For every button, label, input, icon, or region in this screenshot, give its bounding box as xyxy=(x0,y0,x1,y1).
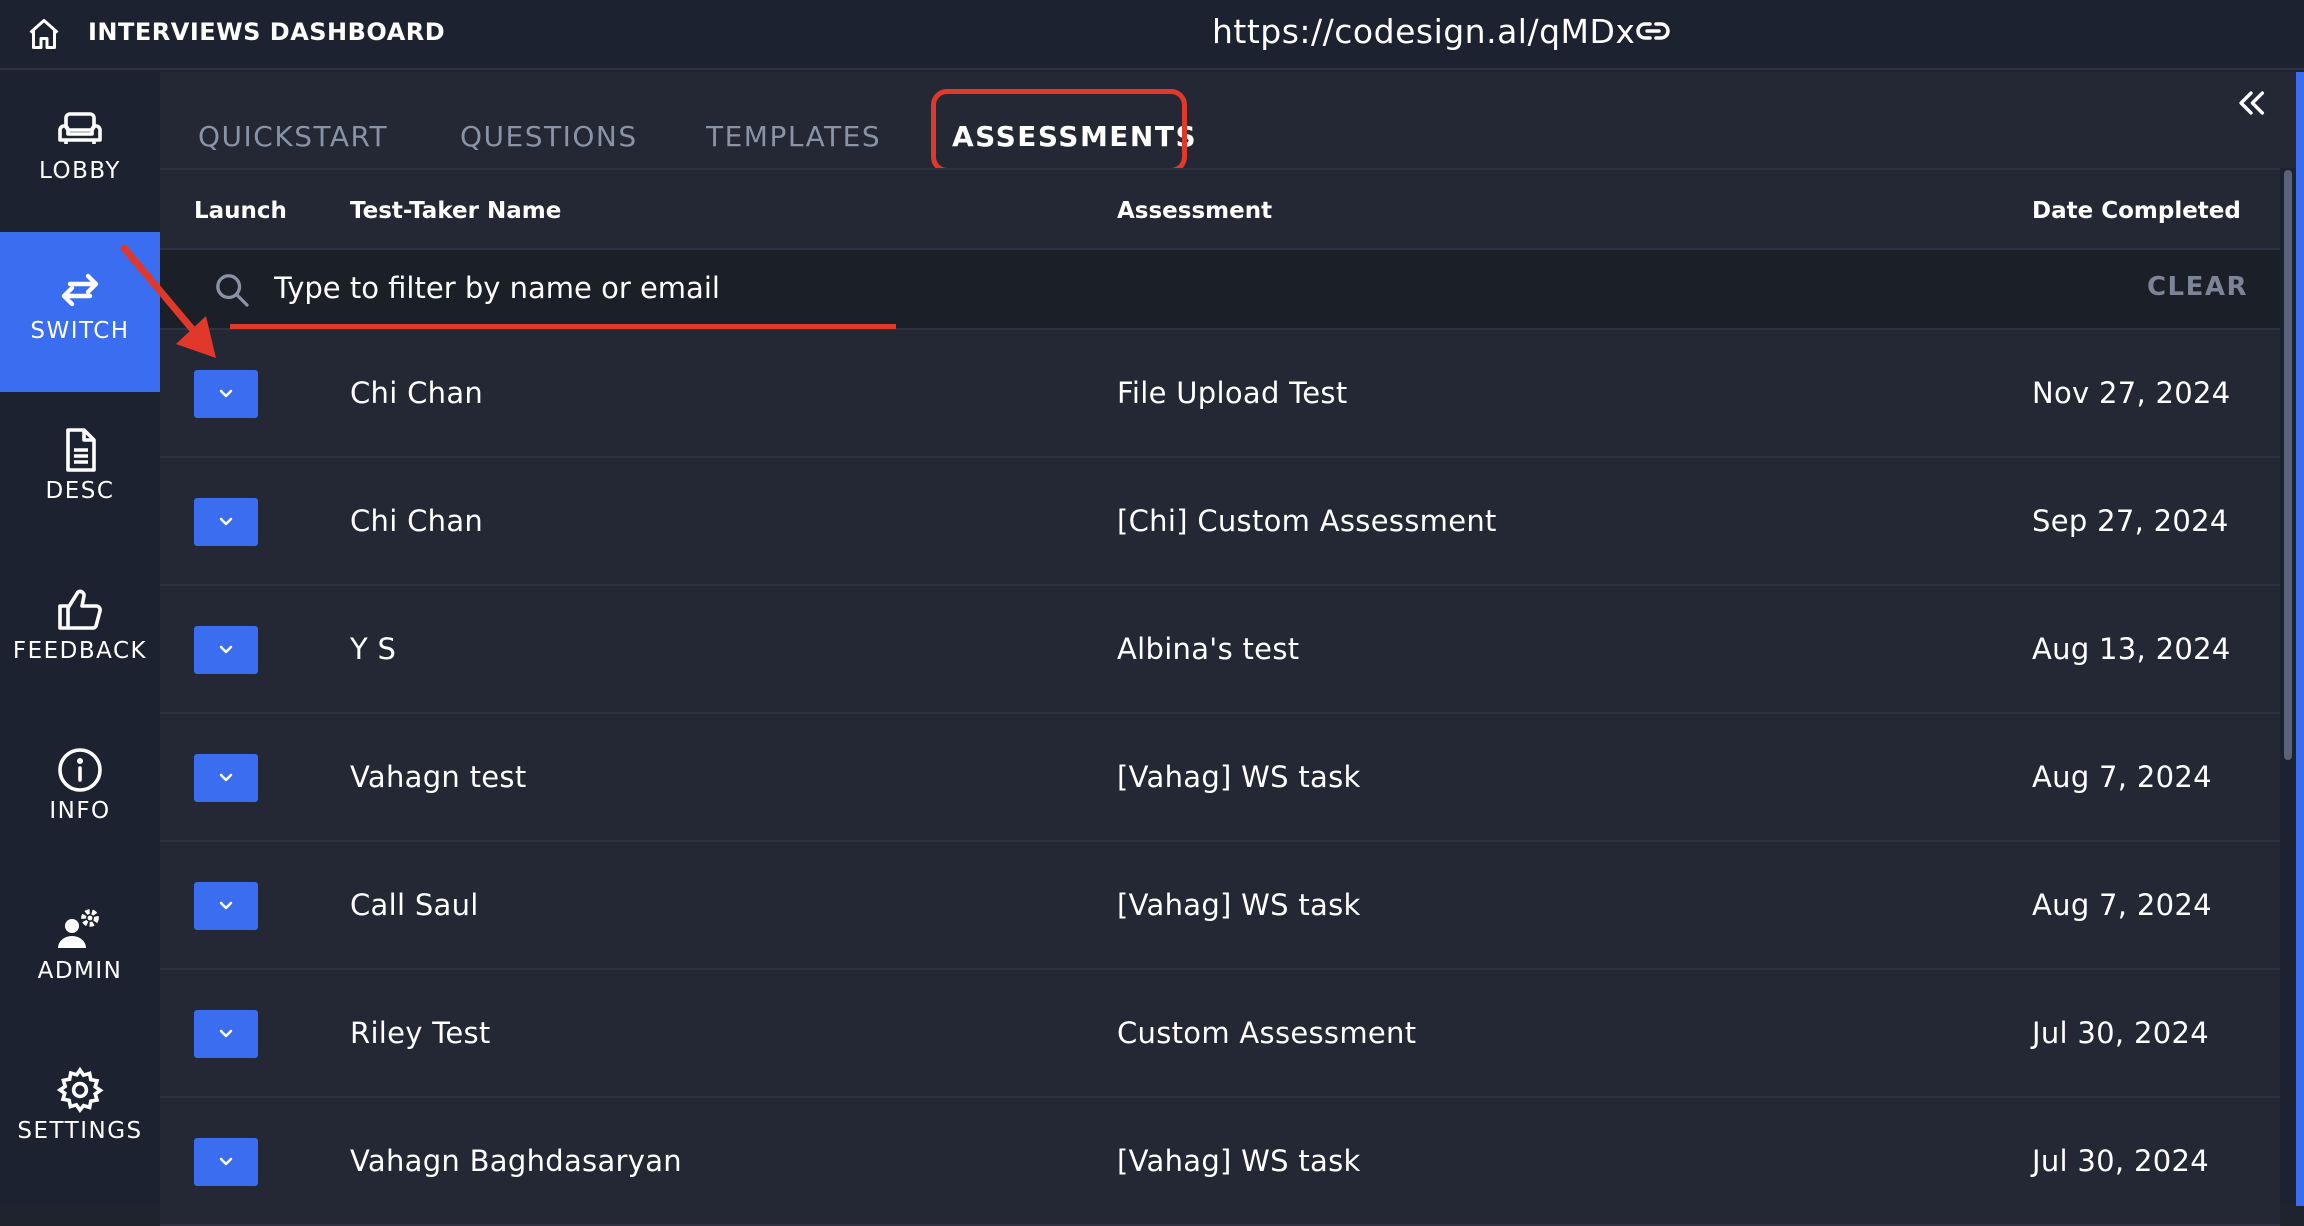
panel-edge-accent xyxy=(2296,72,2304,1206)
link-icon[interactable] xyxy=(1636,18,1670,44)
test-taker-name: Vahagn test xyxy=(350,760,527,794)
chevron-down-icon xyxy=(219,645,233,654)
launch-dropdown-button[interactable] xyxy=(194,1010,258,1058)
date-completed: Aug 7, 2024 xyxy=(2032,760,2212,794)
chevron-down-icon xyxy=(219,389,233,398)
test-taker-name: Call Saul xyxy=(350,888,479,922)
date-completed: Aug 7, 2024 xyxy=(2032,888,2212,922)
date-completed: Nov 27, 2024 xyxy=(2032,376,2231,410)
home-icon[interactable] xyxy=(26,16,62,52)
date-completed: Jul 30, 2024 xyxy=(2032,1016,2209,1050)
table-row: Chi Chan [Chi] Custom Assessment Sep 27,… xyxy=(160,458,2280,586)
chevron-down-icon xyxy=(219,773,233,782)
sidebar-item-label: FEEDBACK xyxy=(12,638,148,664)
table-row: Riley Test Custom Assessment Jul 30, 202… xyxy=(160,970,2280,1098)
chevron-down-icon xyxy=(219,1157,233,1166)
assessment-name: File Upload Test xyxy=(1117,376,1348,410)
column-header-date[interactable]: Date Completed xyxy=(2032,198,2241,224)
app-title: INTERVIEWS DASHBOARD xyxy=(88,18,446,46)
table-row: Call Saul [Vahag] WS task Aug 7, 2024 xyxy=(160,842,2280,970)
launch-dropdown-button[interactable] xyxy=(194,882,258,930)
column-header-launch[interactable]: Launch xyxy=(194,198,287,224)
chevron-down-icon xyxy=(219,901,233,910)
clear-filter-button[interactable]: CLEAR xyxy=(2147,272,2248,302)
launch-dropdown-button[interactable] xyxy=(194,754,258,802)
table-header: Launch Test-Taker Name Assessment Date C… xyxy=(160,168,2280,250)
sidebar-item-admin[interactable]: ADMIN xyxy=(0,872,160,1032)
sidebar-item-desc[interactable]: DESC xyxy=(0,392,160,552)
assessment-name: Custom Assessment xyxy=(1117,1016,1417,1050)
assessment-table-body: Chi Chan File Upload Test Nov 27, 2024 C… xyxy=(160,330,2280,1226)
sidebar-item-label: ADMIN xyxy=(37,958,123,984)
share-url[interactable]: https://codesign.al/qMDx xyxy=(1212,12,1635,51)
couch-icon xyxy=(58,112,102,144)
test-taker-name: Vahagn Baghdasaryan xyxy=(350,1144,682,1178)
info-icon xyxy=(58,748,102,792)
sidebar-item-label: INFO xyxy=(49,798,111,824)
document-icon xyxy=(66,428,96,472)
user-gear-icon xyxy=(58,909,99,948)
column-header-name[interactable]: Test-Taker Name xyxy=(350,198,561,224)
test-taker-name: Y S xyxy=(350,632,397,666)
swap-arrows-icon xyxy=(61,273,99,307)
date-completed: Sep 27, 2024 xyxy=(2032,504,2229,538)
chevron-down-icon xyxy=(219,517,233,526)
sidebar-item-label: DESC xyxy=(45,478,115,504)
launch-dropdown-button[interactable] xyxy=(194,626,258,674)
thumbs-up-icon xyxy=(58,589,102,630)
scrollbar-thumb[interactable] xyxy=(2284,170,2292,760)
annotation-highlight-box xyxy=(931,89,1187,173)
sidebar-item-info[interactable]: INFO xyxy=(0,712,160,872)
table-row: Y S Albina's test Aug 13, 2024 xyxy=(160,586,2280,714)
sidebar-item-label: LOBBY xyxy=(39,158,121,184)
date-completed: Aug 13, 2024 xyxy=(2032,632,2231,666)
launch-dropdown-button[interactable] xyxy=(194,498,258,546)
tab-quickstart[interactable]: QUICKSTART xyxy=(198,120,388,153)
sidebar-item-feedback[interactable]: FEEDBACK xyxy=(0,552,160,712)
assessment-name: [Vahag] WS task xyxy=(1117,1144,1361,1178)
launch-dropdown-button[interactable] xyxy=(194,370,258,418)
tab-templates[interactable]: TEMPLATES xyxy=(706,120,881,153)
sidebar-item-settings[interactable]: SETTINGS xyxy=(0,1032,160,1192)
assessment-name: [Chi] Custom Assessment xyxy=(1117,504,1497,538)
sidebar-item-label: SWITCH xyxy=(30,318,130,344)
filter-row: CLEAR xyxy=(160,250,2280,330)
date-completed: Jul 30, 2024 xyxy=(2032,1144,2209,1178)
assessment-name: [Vahag] WS task xyxy=(1117,760,1361,794)
column-header-assessment[interactable]: Assessment xyxy=(1117,198,1272,224)
sidebar-item-label: SETTINGS xyxy=(17,1118,143,1144)
sidebar-item-switch[interactable]: SWITCH xyxy=(0,232,160,392)
table-row: Vahagn Baghdasaryan [Vahag] WS task Jul … xyxy=(160,1098,2280,1226)
test-taker-name: Chi Chan xyxy=(350,376,484,410)
tab-questions[interactable]: QUESTIONS xyxy=(460,120,638,153)
test-taker-name: Chi Chan xyxy=(350,504,484,538)
search-icon xyxy=(216,274,249,307)
assessment-name: Albina's test xyxy=(1117,632,1300,666)
table-row: Vahagn test [Vahag] WS task Aug 7, 2024 xyxy=(160,714,2280,842)
assessment-name: [Vahag] WS task xyxy=(1117,888,1361,922)
test-taker-name: Riley Test xyxy=(350,1016,491,1050)
annotation-underline xyxy=(230,324,896,329)
gear-icon xyxy=(56,1066,104,1113)
sidebar-item-lobby[interactable]: LOBBY xyxy=(0,72,160,232)
chevron-down-icon xyxy=(219,1029,233,1038)
launch-dropdown-button[interactable] xyxy=(194,1138,258,1186)
table-row: Chi Chan File Upload Test Nov 27, 2024 xyxy=(160,330,2280,458)
sidebar: LOBBY SWITCH DESC FEEDBACK INFO ADMIN SE… xyxy=(0,72,160,1206)
filter-input[interactable] xyxy=(274,266,874,310)
tab-bar: QUICKSTART QUESTIONS TEMPLATES ASSESSMEN… xyxy=(160,72,2290,168)
top-bar: INTERVIEWS DASHBOARD https://codesign.al… xyxy=(0,0,2304,70)
